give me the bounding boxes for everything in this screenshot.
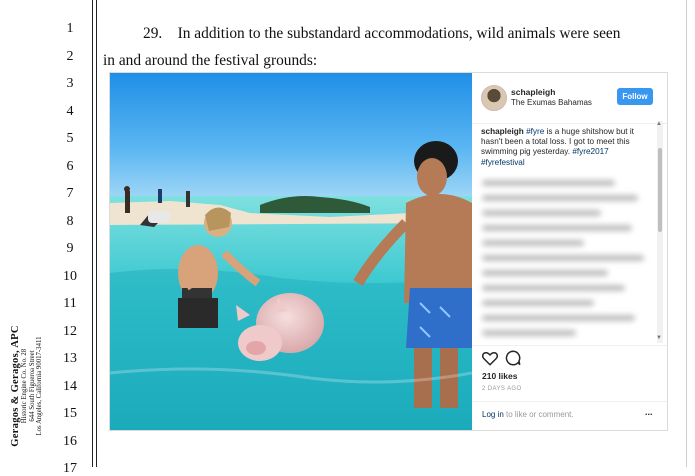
line-number: 5 [66, 131, 74, 146]
paragraph-line-2: in and around the festival grounds: [103, 52, 318, 69]
login-link[interactable]: Log in [482, 410, 504, 419]
firm-address-1: Historic Engine Co. No. 28 [21, 348, 28, 424]
blurred-comments [482, 171, 652, 339]
line-number: 13 [63, 351, 77, 366]
follow-button[interactable]: Follow [617, 88, 653, 105]
line-number: 12 [63, 323, 77, 339]
avatar[interactable] [481, 85, 507, 111]
line-number: 14 [63, 378, 77, 394]
instagram-embed: schapleigh The Exumas Bahamas Follow sch… [109, 72, 668, 431]
line-number: 17 [63, 461, 77, 476]
more-icon[interactable]: ... [645, 407, 653, 417]
line-number: 9 [66, 241, 74, 256]
left-margin-rule-inner [96, 0, 97, 467]
post-timestamp: 2 DAYS AGO [482, 386, 522, 392]
line-number: 2 [66, 48, 74, 64]
right-margin-rule [686, 0, 687, 467]
firm-name: Geragos & Geragos, APC [10, 325, 21, 447]
login-prompt: Log in to like or comment. [482, 410, 574, 419]
document-page: 1 2 3 4 5 6 7 8 9 10 11 12 13 14 15 16 17 Geragos & Gera… [0, 0, 695, 476]
firm-address-2: 644 South Figueroa Street [28, 350, 36, 422]
firm-address-3: Los Angeles, California 90017-3411 [36, 336, 44, 436]
hashtag-link[interactable]: #fyrefestival [481, 158, 525, 167]
line-number: 15 [63, 406, 77, 421]
hashtag-link[interactable]: #fyre2017 [572, 147, 608, 156]
paragraph-line-1: 29. In addition to the substandard accom… [103, 20, 661, 47]
username-link[interactable]: schapleigh [511, 87, 555, 97]
comment-icon[interactable] [504, 349, 522, 367]
login-text: to like or comment. [503, 410, 574, 419]
line-number: 7 [66, 186, 74, 201]
line-number: 1 [66, 21, 74, 36]
scrollbar-thumb[interactable] [658, 148, 662, 232]
likes-count[interactable]: 210 likes [482, 371, 517, 381]
post-caption: schapleigh #fyre is a huge shitshow but … [481, 127, 651, 168]
firm-letterhead: Geragos & Geragos, APC Historic Engine C… [8, 306, 48, 466]
hashtag-link[interactable]: #fyre [526, 127, 544, 136]
left-margin-rule [92, 0, 93, 467]
line-number: 3 [66, 76, 74, 91]
line-number: 4 [66, 103, 74, 119]
post-sidebar: schapleigh The Exumas Bahamas Follow sch… [472, 73, 667, 430]
login-divider [472, 401, 667, 402]
post-photo [110, 73, 472, 430]
scroll-down-icon[interactable]: ▼ [656, 335, 662, 341]
paragraph-text-1: In addition to the substandard accommoda… [177, 25, 621, 42]
scroll-up-icon[interactable]: ▲ [656, 121, 662, 127]
line-number: 8 [66, 213, 74, 229]
heart-icon[interactable] [481, 349, 499, 367]
location-link[interactable]: The Exumas Bahamas [511, 98, 592, 107]
paragraph-number: 29. [143, 25, 163, 42]
paragraph-29: 29. In addition to the substandard accom… [103, 20, 661, 74]
line-number: 6 [66, 158, 74, 174]
actions-divider [472, 345, 667, 347]
caption-username[interactable]: schapleigh [481, 127, 524, 136]
post-header: schapleigh The Exumas Bahamas Follow [472, 73, 667, 124]
line-number: 16 [63, 433, 77, 449]
line-number: 10 [63, 268, 77, 284]
line-number: 11 [63, 296, 77, 311]
